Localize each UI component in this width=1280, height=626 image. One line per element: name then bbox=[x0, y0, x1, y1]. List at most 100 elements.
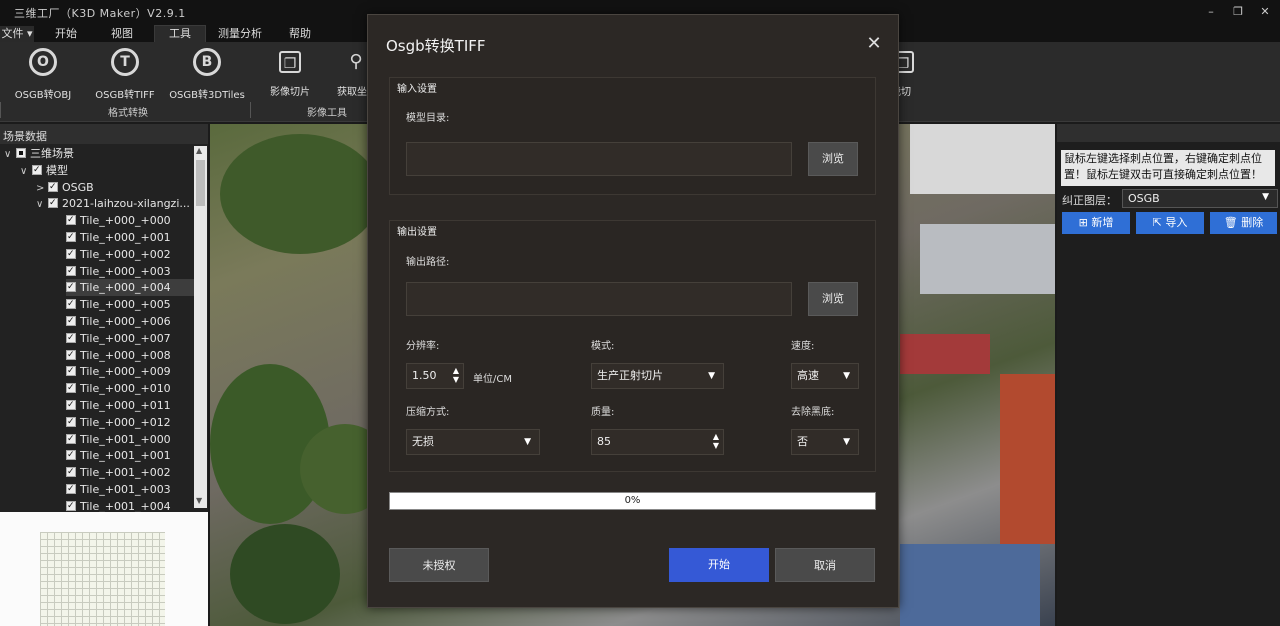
tree-checkbox[interactable] bbox=[66, 380, 76, 397]
quality-value: 85 bbox=[597, 435, 611, 448]
tree-checkbox[interactable] bbox=[66, 263, 76, 280]
osgb-to-3dtiles-button[interactable]: B OSGB转3DTiles bbox=[164, 48, 250, 101]
spin-up-icon[interactable]: ▲ bbox=[453, 366, 459, 375]
tree-checkbox[interactable] bbox=[66, 296, 76, 313]
tree-checkbox[interactable] bbox=[66, 347, 76, 364]
tree-checkbox[interactable] bbox=[66, 229, 76, 246]
add-button-label: 新增 bbox=[1091, 216, 1114, 229]
mode-select[interactable]: 生产正射切片 ▼ bbox=[591, 363, 724, 389]
tab-view[interactable]: 视图 bbox=[104, 26, 140, 42]
tree-checkbox[interactable] bbox=[66, 212, 76, 229]
tree-item[interactable]: Tile_+000_+012 bbox=[66, 414, 194, 431]
tree-checkbox[interactable] bbox=[66, 363, 76, 380]
unlicensed-button[interactable]: 未授权 bbox=[389, 548, 489, 582]
tree-item[interactable]: Tile_+000_+009 bbox=[66, 363, 194, 380]
layer-select[interactable]: OSGB ▼ bbox=[1122, 189, 1278, 208]
tree-item[interactable]: Tile_+000_+011 bbox=[66, 397, 194, 414]
resolution-spinbox[interactable]: 1.50 ▲ ▼ bbox=[406, 363, 464, 389]
spin-down-icon[interactable]: ▼ bbox=[453, 375, 459, 384]
model-dir-input[interactable] bbox=[406, 142, 792, 176]
osgb-to-obj-button[interactable]: O OSGB转OBJ bbox=[0, 48, 86, 101]
tree-checkbox[interactable] bbox=[66, 464, 76, 481]
browse-input-button[interactable]: 浏览 bbox=[808, 142, 858, 176]
chevron-down-icon[interactable]: ∨ bbox=[4, 146, 16, 163]
tree-item[interactable]: ∨ 模型 bbox=[20, 162, 194, 179]
browse-output-button[interactable]: 浏览 bbox=[808, 282, 858, 316]
tree-item[interactable]: Tile_+000_+008 bbox=[66, 347, 194, 364]
tree-item[interactable]: Tile_+001_+000 bbox=[66, 431, 194, 448]
resolution-label: 分辨率: bbox=[406, 341, 440, 352]
tree-item[interactable]: > OSGB bbox=[36, 179, 194, 196]
tree-checkbox[interactable] bbox=[66, 246, 76, 263]
tree-item[interactable]: Tile_+000_+010 bbox=[66, 380, 194, 397]
spin-up-icon[interactable]: ▲ bbox=[713, 432, 719, 441]
tree-checkbox[interactable] bbox=[66, 414, 76, 431]
quality-spinbox[interactable]: 85 ▲ ▼ bbox=[591, 429, 724, 455]
tree-item[interactable]: Tile_+000_+006 bbox=[66, 313, 194, 330]
remove-black-select[interactable]: 否 ▼ bbox=[791, 429, 859, 455]
tree-item[interactable]: Tile_+001_+002 bbox=[66, 464, 194, 481]
tree-item[interactable]: Tile_+000_+003 bbox=[66, 263, 194, 280]
import-button[interactable]: ⇱ 导入 bbox=[1136, 212, 1204, 234]
get-coordinates-button[interactable]: ⚲ 获取坐 bbox=[315, 48, 369, 98]
tree-checkbox[interactable] bbox=[16, 148, 26, 158]
osgb-to-tiff-button[interactable]: T OSGB转TIFF bbox=[82, 48, 168, 101]
tree-scrollbar[interactable]: ▲ ▼ bbox=[194, 146, 207, 508]
delete-icon: 🗑 bbox=[1223, 216, 1238, 229]
chevron-right-icon[interactable]: > bbox=[36, 180, 48, 197]
output-path-input[interactable] bbox=[406, 282, 792, 316]
layer-value: OSGB bbox=[1128, 192, 1160, 205]
tree-item[interactable]: ∨ 三维场景 bbox=[4, 145, 194, 162]
tree-checkbox[interactable] bbox=[66, 279, 76, 296]
get-coordinates-icon: ⚲ bbox=[349, 51, 363, 72]
minimize-button[interactable]: – bbox=[1200, 3, 1222, 21]
tree-checkbox[interactable] bbox=[32, 162, 42, 179]
tree-checkbox[interactable] bbox=[66, 397, 76, 414]
start-button[interactable]: 开始 bbox=[669, 548, 769, 582]
close-icon[interactable]: ✕ bbox=[866, 33, 882, 54]
tree-checkbox[interactable] bbox=[48, 195, 58, 212]
chevron-down-icon[interactable]: ∨ bbox=[36, 196, 48, 213]
tree-checkbox[interactable] bbox=[66, 431, 76, 448]
scroll-down-icon[interactable]: ▼ bbox=[196, 496, 202, 505]
tab-tools[interactable]: 工具 bbox=[154, 25, 206, 42]
tree-checkbox[interactable] bbox=[66, 481, 76, 498]
tree-item[interactable]: Tile_+000_+004 bbox=[66, 279, 194, 297]
scroll-up-icon[interactable]: ▲ bbox=[196, 146, 202, 155]
tree-checkbox[interactable] bbox=[66, 498, 76, 515]
tab-help[interactable]: 帮助 bbox=[280, 26, 320, 42]
tree-item-label: Tile_+001_+003 bbox=[80, 483, 171, 496]
tree-item[interactable]: ∨ 2021-laihzou-xilangzi... bbox=[36, 195, 194, 212]
tree-item[interactable]: Tile_+000_+005 bbox=[66, 296, 194, 313]
delete-button[interactable]: 🗑 删除 bbox=[1210, 212, 1277, 234]
speed-select[interactable]: 高速 ▼ bbox=[791, 363, 859, 389]
tree-checkbox[interactable] bbox=[48, 179, 58, 196]
chevron-down-icon[interactable]: ∨ bbox=[20, 163, 32, 180]
spin-arrows[interactable]: ▲ ▼ bbox=[713, 432, 719, 450]
tree-checkbox[interactable] bbox=[66, 313, 76, 330]
tree-item[interactable]: Tile_+001_+003 bbox=[66, 481, 194, 498]
file-menu-arrow-icon: ▾ bbox=[26, 27, 33, 40]
cancel-button[interactable]: 取消 bbox=[775, 548, 875, 582]
scroll-thumb[interactable] bbox=[196, 160, 205, 206]
close-window-button[interactable]: ✕ bbox=[1254, 3, 1276, 21]
overview-map[interactable] bbox=[0, 512, 208, 626]
tree-checkbox[interactable] bbox=[66, 330, 76, 347]
add-button[interactable]: ⊞ 新增 bbox=[1062, 212, 1130, 234]
tree-item[interactable]: Tile_+001_+001 bbox=[66, 447, 194, 464]
tab-start[interactable]: 开始 bbox=[48, 26, 84, 42]
tree-item[interactable]: Tile_+000_+001 bbox=[66, 229, 194, 246]
restore-button[interactable]: ❐ bbox=[1227, 3, 1249, 21]
tree-item[interactable]: Tile_+000_+000 bbox=[66, 212, 194, 229]
compression-select[interactable]: 无损 ▼ bbox=[406, 429, 540, 455]
tree-item[interactable]: Tile_+000_+007 bbox=[66, 330, 194, 347]
tree-item[interactable]: Tile_+000_+002 bbox=[66, 246, 194, 263]
spin-down-icon[interactable]: ▼ bbox=[713, 441, 719, 450]
tree-canopy bbox=[220, 134, 380, 254]
file-menu-label: 文件 bbox=[1, 27, 24, 40]
tree-item-label: Tile_+000_+011 bbox=[80, 399, 171, 412]
tab-measure[interactable]: 测量分析 bbox=[214, 26, 266, 42]
spin-arrows[interactable]: ▲ ▼ bbox=[453, 366, 459, 384]
tree-checkbox[interactable] bbox=[66, 447, 76, 464]
file-menu[interactable]: 文件 ▾ bbox=[0, 26, 34, 42]
